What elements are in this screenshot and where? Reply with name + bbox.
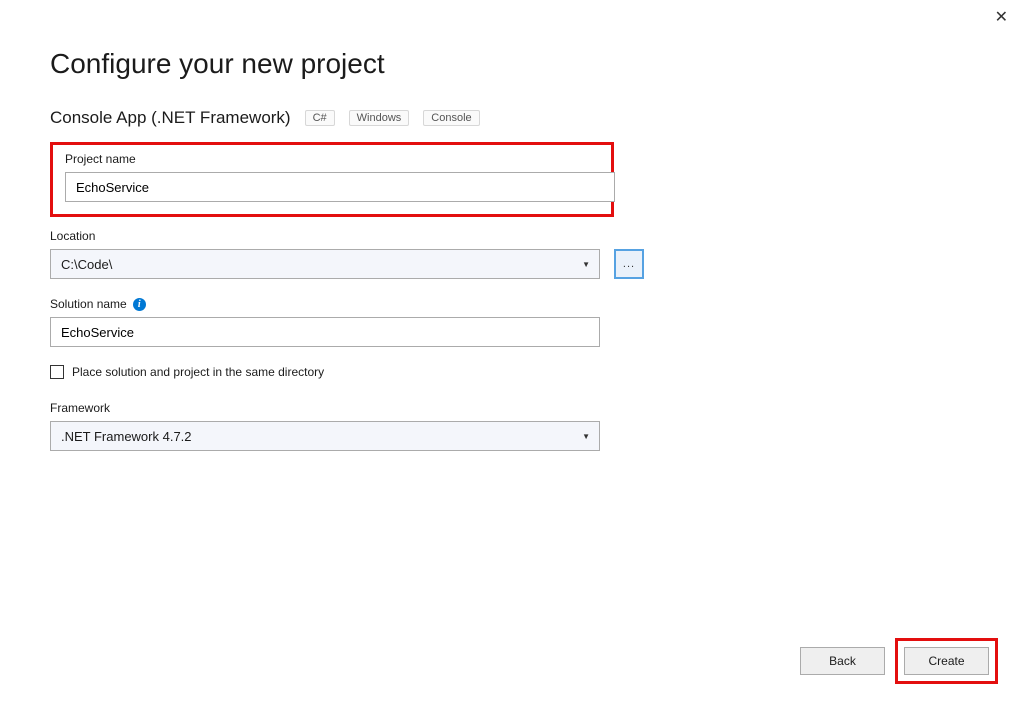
browse-button[interactable]: ... — [614, 249, 644, 279]
project-type-row: Console App (.NET Framework) C# Windows … — [50, 108, 976, 128]
framework-dropdown[interactable]: .NET Framework 4.7.2 ▼ — [50, 421, 600, 451]
tag-app-type: Console — [423, 110, 479, 126]
solution-name-group: Solution name i — [50, 297, 976, 347]
footer-buttons: Back Create — [800, 638, 998, 684]
close-icon[interactable]: ✕ — [995, 10, 1008, 26]
framework-value: .NET Framework 4.7.2 — [61, 429, 192, 444]
tag-language: C# — [305, 110, 335, 126]
location-value: C:\Code\ — [61, 257, 112, 272]
page-title: Configure your new project — [50, 48, 976, 80]
same-directory-label: Place solution and project in the same d… — [72, 365, 324, 379]
solution-name-input[interactable] — [50, 317, 600, 347]
framework-label: Framework — [50, 401, 976, 415]
create-button[interactable]: Create — [904, 647, 989, 675]
same-directory-row[interactable]: Place solution and project in the same d… — [50, 365, 976, 379]
create-highlight: Create — [895, 638, 998, 684]
location-label: Location — [50, 229, 976, 243]
chevron-down-icon: ▼ — [582, 432, 596, 441]
chevron-down-icon: ▼ — [582, 260, 596, 269]
location-dropdown[interactable]: C:\Code\ ▼ — [50, 249, 600, 279]
project-name-label: Project name — [65, 152, 599, 166]
back-button[interactable]: Back — [800, 647, 885, 675]
location-group: Location C:\Code\ ▼ ... — [50, 229, 976, 279]
info-icon[interactable]: i — [133, 298, 146, 311]
solution-name-label: Solution name i — [50, 297, 976, 311]
same-directory-checkbox[interactable] — [50, 365, 64, 379]
dialog-content: Configure your new project Console App (… — [0, 0, 1026, 451]
framework-group: Framework .NET Framework 4.7.2 ▼ — [50, 401, 976, 451]
project-name-input[interactable] — [65, 172, 615, 202]
tag-platform: Windows — [349, 110, 410, 126]
project-name-highlight: Project name — [50, 142, 614, 217]
project-type: Console App (.NET Framework) — [50, 108, 291, 128]
solution-name-label-text: Solution name — [50, 297, 127, 311]
